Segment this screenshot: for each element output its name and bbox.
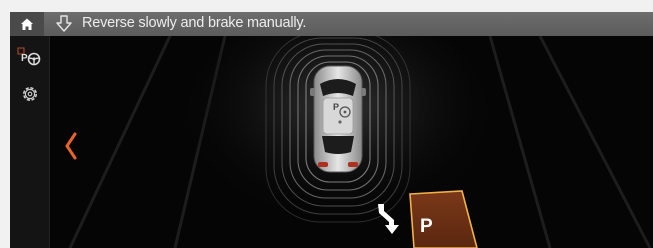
chevron-left-icon xyxy=(65,132,77,160)
back-button[interactable] xyxy=(62,131,80,166)
parking-space-label: P xyxy=(420,216,433,237)
home-button[interactable] xyxy=(10,12,44,36)
parking-assist-screen: Reverse slowly and brake manually. P P P xyxy=(10,12,653,248)
sidebar-item-park-assist[interactable]: P xyxy=(14,44,46,70)
park-assist-icon: P xyxy=(17,47,41,66)
sidebar-item-settings[interactable] xyxy=(14,81,46,107)
sidebar: P xyxy=(10,36,50,248)
svg-text:P: P xyxy=(21,53,28,64)
gear-icon xyxy=(23,87,37,101)
home-icon xyxy=(21,18,33,30)
arrow-down-icon xyxy=(56,15,72,32)
car-park-label: P xyxy=(333,102,339,112)
car-icon: P xyxy=(310,65,366,173)
status-message: Reverse slowly and brake manually. xyxy=(82,15,307,31)
parking-view: P P xyxy=(50,36,653,248)
status-bar: Reverse slowly and brake manually. xyxy=(10,12,653,36)
